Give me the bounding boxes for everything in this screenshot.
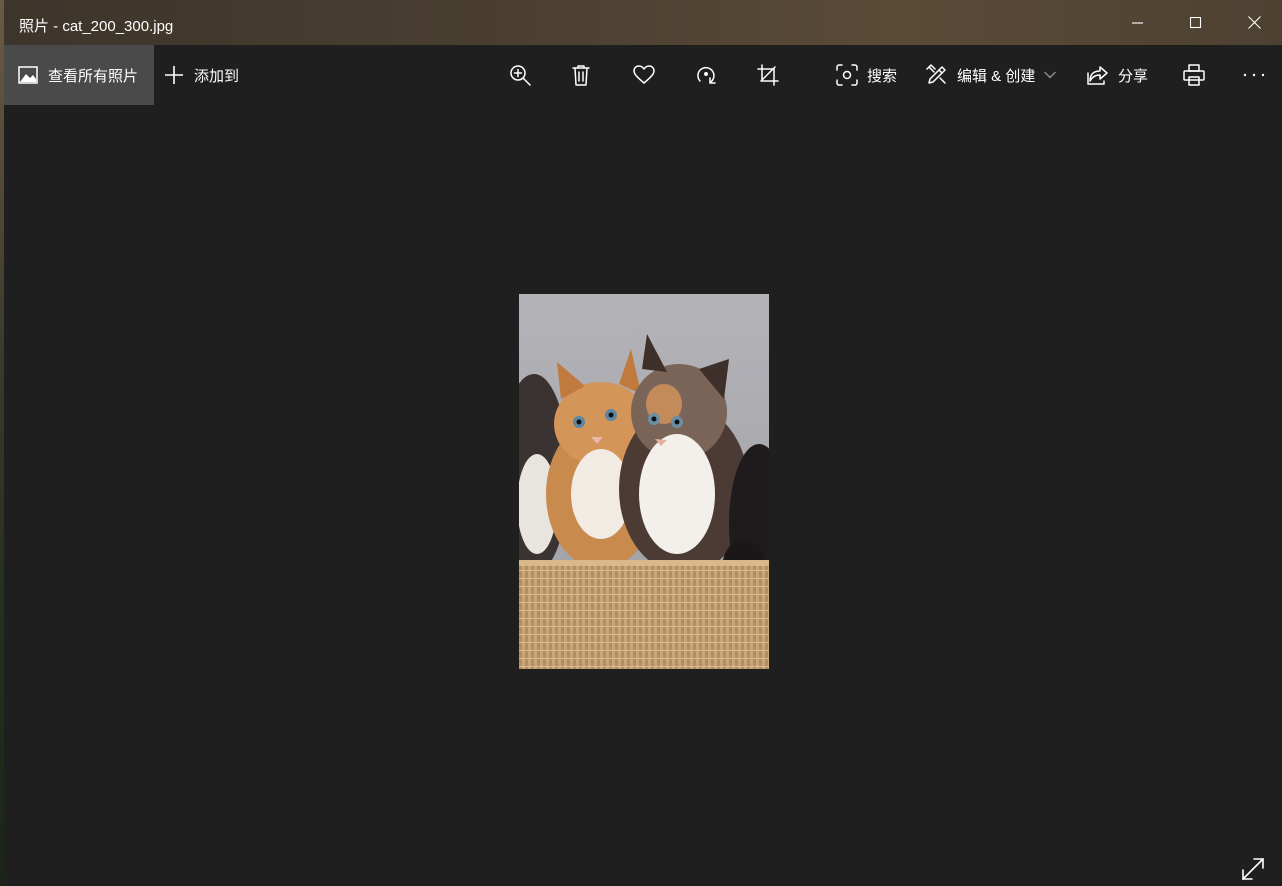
share-label: 分享 [1118,67,1149,85]
view-all-photos-label: 查看所有照片 [48,67,139,85]
rotate-button[interactable] [693,62,719,88]
full-screen-button[interactable] [1240,856,1266,882]
search-label: 搜索 [867,67,898,85]
maximize-button[interactable] [1167,0,1225,45]
expand-icon [1242,858,1264,880]
toolbar: 查看所有照片 添加到 搜索 编辑 & 创建 分享 [4,45,1282,105]
print-icon [1183,64,1205,86]
zoom-in-icon [510,65,531,86]
print-button[interactable] [1181,62,1207,88]
edit-create-button[interactable]: 编辑 & 创建 [926,45,1057,105]
close-icon [1247,16,1261,29]
view-all-photos-button[interactable]: 查看所有照片 [4,45,154,105]
plus-icon [165,66,183,84]
crop-button[interactable] [755,62,781,88]
title-bar: 照片 - cat_200_300.jpg [4,0,1282,45]
add-to-label: 添加到 [194,67,240,85]
photo-view[interactable] [519,294,769,669]
zoom-button[interactable] [507,62,533,88]
minimize-icon [1132,21,1143,24]
delete-icon [572,65,590,86]
favorite-button[interactable] [631,62,657,88]
chevron-down-icon [1044,71,1057,79]
photos-icon [18,66,38,84]
maximize-icon [1190,16,1202,28]
share-button[interactable]: 分享 [1087,45,1148,105]
kittens-photo [519,294,769,669]
window-title: 照片 - cat_200_300.jpg [19,18,174,35]
crop-icon [757,64,779,86]
add-to-button[interactable]: 添加到 [164,45,239,105]
edit-create-label: 编辑 & 创建 [957,67,1036,85]
more-icon [1243,73,1265,77]
delete-button[interactable] [568,62,594,88]
minimize-button[interactable] [1109,0,1167,45]
more-button[interactable] [1241,62,1267,88]
visual-search-button[interactable]: 搜索 [836,45,897,105]
edit-create-icon [926,64,946,84]
heart-icon [633,65,655,84]
visual-search-icon [836,64,858,86]
photos-app-window: 照片 - cat_200_300.jpg 查看所有照片 添加到 搜索 编辑 & … [4,0,1282,886]
share-icon [1087,66,1108,85]
rotate-icon [697,66,716,84]
close-button[interactable] [1225,0,1282,45]
